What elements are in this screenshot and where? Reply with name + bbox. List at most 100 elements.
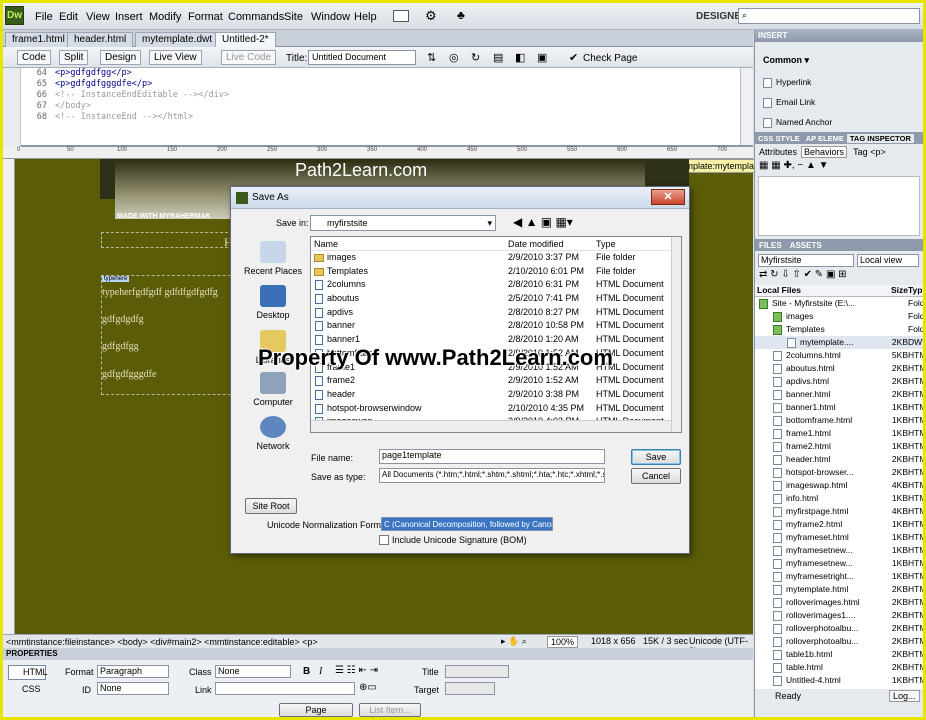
live-code-button[interactable]: Live Code	[221, 50, 277, 65]
menu-view[interactable]: View	[86, 11, 110, 23]
nav-toolbar-icons[interactable]: ◀ ▲ ▣ ▦▾	[513, 215, 573, 229]
tab-behaviors[interactable]: Behaviors	[801, 146, 848, 158]
title-prop-input[interactable]	[445, 665, 509, 678]
file-tree-row[interactable]: apdivs.html 2KB HTM	[755, 375, 923, 388]
save-in-select[interactable]: myfirstsite ▾	[310, 215, 496, 231]
file-tree-row[interactable]: Templates Folde	[755, 323, 923, 336]
bold-button[interactable]: B	[303, 666, 310, 677]
visual-aids-icon[interactable]: ◧	[515, 51, 525, 64]
file-tree-row[interactable]: myfirstpage.html 4KB HTM	[755, 505, 923, 518]
place-recent[interactable]: Recent Places	[237, 241, 309, 276]
status-tools-icon[interactable]: ▸ ✋ ⌕	[501, 636, 527, 647]
menu-insert[interactable]: Insert	[115, 11, 143, 23]
search-input[interactable]: ⌕	[738, 8, 920, 24]
col-local-files[interactable]: Local Files	[755, 285, 801, 295]
menu-file[interactable]: File	[35, 11, 53, 23]
file-tree-row[interactable]: myframesetnew... 1KB HTM	[755, 557, 923, 570]
list-item-button[interactable]: List Item...	[359, 703, 421, 717]
paragraph[interactable]: gdfgdfgggdfe	[102, 369, 156, 380]
document-title-input[interactable]: Untitled Document	[308, 50, 416, 65]
col-type[interactable]: Typ	[908, 285, 922, 295]
properties-header[interactable]: PROPERTIES	[3, 648, 753, 660]
tab-files[interactable]: FILES	[755, 241, 786, 250]
file-name-input[interactable]: page1template	[379, 449, 605, 464]
log-button[interactable]: Log...	[889, 690, 920, 702]
file-tree-row[interactable]: myframeset.html 1KB HTM	[755, 531, 923, 544]
file-management-icon[interactable]: ⇅	[427, 51, 436, 64]
file-tree-row[interactable]: banner.html 2KB HTM	[755, 388, 923, 401]
view-options-icon[interactable]: ▤	[493, 51, 503, 64]
site-select[interactable]: Myfirstsite	[758, 253, 854, 267]
file-list[interactable]: Name Date modified Type images 2/9/2010 3…	[310, 236, 682, 433]
tab-assets[interactable]: ASSETS	[786, 241, 826, 250]
file-tree-row[interactable]: frame2.html 1KB HTM	[755, 440, 923, 453]
class-select[interactable]: None	[215, 665, 291, 678]
file-tree-row[interactable]: Site - Myfirstsite (E:\... Folde	[755, 297, 923, 310]
layout-icon[interactable]	[393, 10, 409, 22]
file-row[interactable]: frame2 2/9/2010 1:52 AM HTML Document	[311, 374, 681, 388]
tab-frame1[interactable]: frame1.html	[5, 32, 72, 47]
file-tree-row[interactable]: rolloverphotoalbu... 2KB HTM	[755, 635, 923, 648]
file-row[interactable]: aboutus 2/5/2010 7:41 PM HTML Document	[311, 292, 681, 306]
file-tree-row[interactable]: mytemplate.... 2KBDWT	[755, 336, 923, 349]
file-tree-row[interactable]: hotspot-browser... 2KB HTM	[755, 466, 923, 479]
insert-hyperlink[interactable]: Hyperlink	[755, 72, 923, 92]
code-pane[interactable]: 64 <p>gdfgdfgg</p> 65 <p>gdfgdfgggdfe</p> …	[3, 68, 753, 147]
link-input[interactable]	[215, 682, 355, 695]
code-line[interactable]: <!-- InstanceEndEditable --></div>	[55, 90, 229, 100]
menu-commands[interactable]: Commands	[228, 11, 284, 23]
split-view-button[interactable]: Split	[59, 50, 89, 65]
live-view-button[interactable]: Live View	[149, 50, 202, 65]
bom-checkbox-row[interactable]: Include Unicode Signature (BOM)	[379, 535, 527, 545]
file-row[interactable]: 2columns 2/8/2010 6:31 PM HTML Document	[311, 278, 681, 292]
menu-format[interactable]: Format	[188, 11, 223, 23]
bom-checkbox[interactable]	[379, 535, 389, 545]
vertical-scrollbar[interactable]	[671, 237, 681, 432]
behaviors-list[interactable]	[758, 176, 920, 236]
zoom-select[interactable]: 100%	[547, 636, 579, 648]
site-root-button[interactable]: Site Root	[245, 498, 297, 514]
file-tree-row[interactable]: frame1.html 1KB HTM	[755, 427, 923, 440]
id-select[interactable]: None	[97, 682, 169, 695]
file-tree-row[interactable]: Untitled-4.html 1KB HTM	[755, 674, 923, 687]
tab-tag-inspector[interactable]: TAG INSPECTOR	[846, 133, 914, 143]
file-tree-row[interactable]: images Folde	[755, 310, 923, 323]
menu-window[interactable]: Window	[311, 11, 350, 23]
place-desktop[interactable]: Desktop	[237, 285, 309, 320]
preview-globe-icon[interactable]: ◎	[449, 51, 459, 64]
tab-css-styles[interactable]: CSS STYLE	[755, 134, 803, 143]
html-mode-button[interactable]: HTML	[8, 665, 48, 680]
paragraph[interactable]: gdfgdfgg	[102, 341, 139, 352]
file-tree-row[interactable]: rolloverimages1.... 2KB HTM	[755, 609, 923, 622]
point-to-file-icon[interactable]: ⊕▭	[359, 682, 377, 693]
paragraph[interactable]: gdfgdgdfg	[102, 314, 144, 325]
file-tree-row[interactable]: imageswap.html 4KB HTM	[755, 479, 923, 492]
menu-modify[interactable]: Modify	[149, 11, 181, 23]
menu-edit[interactable]: Edit	[59, 11, 78, 23]
save-type-select[interactable]: All Documents (*.htm;*.html;*.shtm;*.sht…	[379, 468, 605, 483]
cancel-button[interactable]: Cancel	[631, 468, 681, 484]
format-select[interactable]: Paragraph	[97, 665, 169, 678]
code-view-button[interactable]: Code	[17, 50, 51, 65]
tab-mytemplate[interactable]: mytemplate.dwt	[135, 32, 220, 47]
file-row[interactable]: Templates 2/10/2010 6:01 PM File folder	[311, 265, 681, 279]
file-tree-row[interactable]: info.html 1KB HTM	[755, 492, 923, 505]
italic-button[interactable]: I	[319, 666, 322, 677]
paragraph[interactable]: typeherfgdfgdf gdfdfgdfgdfg	[102, 287, 218, 298]
tab-ap-elements[interactable]: AP ELEME	[803, 134, 847, 143]
validate-icon[interactable]: ▣	[537, 51, 547, 64]
file-tree-row[interactable]: myframe2.html 1KB HTM	[755, 518, 923, 531]
code-scrollbar[interactable]	[740, 68, 753, 145]
file-tree-row[interactable]: table.html 2KB HTM	[755, 661, 923, 674]
tag-selector[interactable]: <mmtinstance:fileinstance> <body> <div#m…	[6, 637, 318, 647]
view-select[interactable]: Local view	[857, 253, 919, 267]
code-line[interactable]: <p>gdfgdfgg</p>	[55, 68, 132, 78]
code-line[interactable]: <!-- InstanceEnd --></html>	[55, 112, 193, 122]
page-properties-button[interactable]: Page Properties...	[279, 703, 353, 717]
file-tree-row[interactable]: mytemplate.html 2KB HTM	[755, 583, 923, 596]
col-name[interactable]: Name	[314, 237, 338, 251]
col-date[interactable]: Date modified	[508, 237, 564, 251]
files-toolbar[interactable]: ⇄ ↻ ⇩ ⇧ ✔ ✎ ▣ ⊞	[755, 269, 923, 285]
menu-site[interactable]: Site	[284, 11, 303, 23]
menu-help[interactable]: Help	[354, 11, 377, 23]
